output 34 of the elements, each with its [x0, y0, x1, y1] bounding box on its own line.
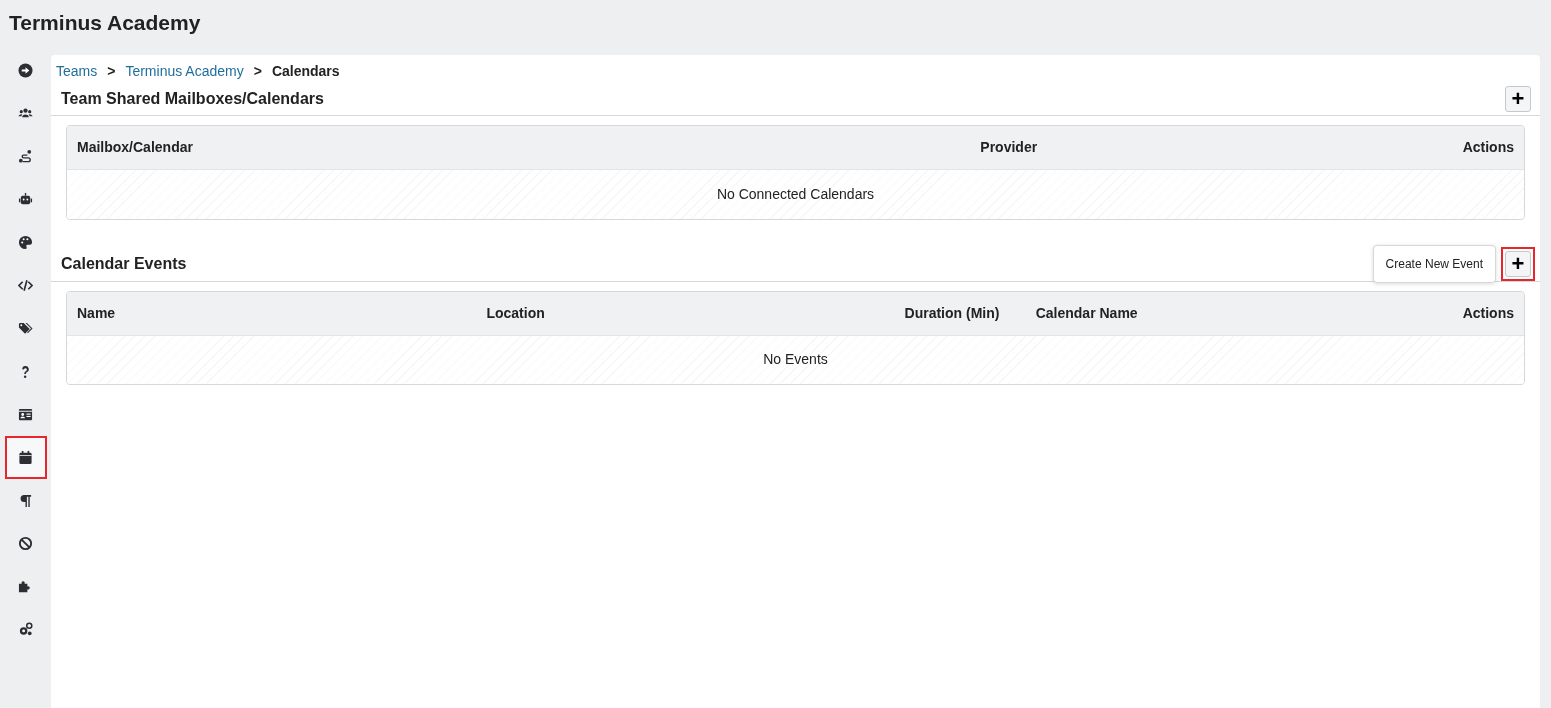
column-header: Calendar Name [1025, 291, 1318, 335]
column-header: Actions [1261, 126, 1524, 170]
robot-icon [18, 192, 33, 207]
code-icon [18, 278, 33, 293]
breadcrumb-separator: > [107, 62, 116, 81]
breadcrumb-current: Calendars [271, 62, 340, 81]
calendar-icon [18, 450, 33, 465]
empty-message: No Connected Calendars [67, 169, 1524, 219]
gears-icon [18, 622, 33, 637]
app-title: Terminus Academy [8, 10, 202, 36]
column-header: Mailbox/Calendar [67, 126, 971, 170]
add-button[interactable]: + [1505, 85, 1531, 112]
puzzle-icon [18, 579, 33, 594]
arrow-circle-icon [18, 63, 33, 78]
id-card-icon [18, 407, 33, 422]
tags-icon [18, 321, 33, 336]
empty-message: No Events [67, 335, 1524, 384]
section-title: Team Shared Mailboxes/Calendars [61, 88, 324, 109]
route-icon [18, 149, 33, 164]
column-header: Location [476, 291, 895, 335]
column-header: Duration (Min) [894, 291, 1026, 335]
column-header: Actions [1317, 291, 1524, 335]
breadcrumb-separator: > [253, 62, 262, 81]
paragraph-icon [18, 493, 33, 508]
palette-icon [18, 235, 33, 250]
ban-icon [18, 536, 33, 551]
breadcrumb-link[interactable]: Terminus Academy [125, 61, 244, 82]
add-button[interactable]: + [1505, 251, 1531, 277]
column-header: Name [67, 291, 477, 335]
tooltip: Create New Event [1372, 245, 1496, 283]
sidebar-item[interactable] [4, 436, 47, 479]
column-header: Provider [970, 126, 1262, 170]
breadcrumb-link[interactable]: Teams [56, 61, 98, 82]
section-title: Calendar Events [61, 254, 187, 274]
